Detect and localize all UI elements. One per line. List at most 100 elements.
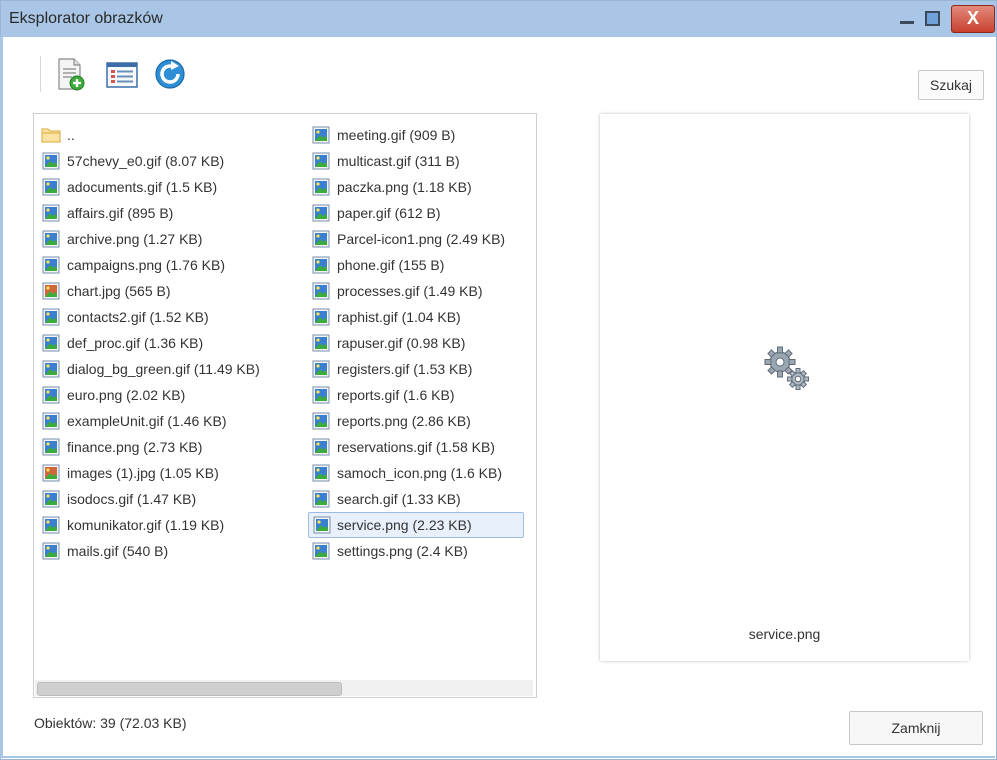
file-item[interactable]: reservations.gif (1.58 KB) xyxy=(311,434,536,460)
file-item[interactable]: images (1).jpg (1.05 KB) xyxy=(41,460,289,486)
file-item[interactable]: affairs.gif (895 B) xyxy=(41,200,289,226)
image-file-icon xyxy=(41,463,61,483)
image-file-icon xyxy=(311,307,331,327)
file-item[interactable]: mails.gif (540 B) xyxy=(41,538,289,564)
image-file-icon xyxy=(311,125,331,145)
file-item[interactable]: campaigns.png (1.76 KB) xyxy=(41,252,289,278)
file-item[interactable]: service.png (2.23 KB) xyxy=(308,512,524,538)
file-label: reports.gif (1.6 KB) xyxy=(337,387,455,403)
file-item[interactable]: dialog_bg_green.gif (11.49 KB) xyxy=(41,356,289,382)
file-item[interactable]: search.gif (1.33 KB) xyxy=(311,486,536,512)
file-label: processes.gif (1.49 KB) xyxy=(337,283,483,299)
image-file-icon xyxy=(311,411,331,431)
image-file-icon xyxy=(41,177,61,197)
new-file-button[interactable] xyxy=(52,56,88,92)
file-label: reservations.gif (1.58 KB) xyxy=(337,439,495,455)
file-item[interactable]: 57chevy_e0.gif (8.07 KB) xyxy=(41,148,289,174)
file-item[interactable]: Parcel-icon1.png (2.49 KB) xyxy=(311,226,536,252)
image-file-icon xyxy=(41,359,61,379)
file-label: rapuser.gif (0.98 KB) xyxy=(337,335,466,351)
file-item[interactable]: meeting.gif (909 B) xyxy=(311,122,536,148)
image-file-icon xyxy=(311,463,331,483)
refresh-icon xyxy=(155,59,185,89)
image-file-icon xyxy=(311,151,331,171)
file-label: 57chevy_e0.gif (8.07 KB) xyxy=(67,153,225,169)
maximize-button[interactable] xyxy=(921,7,943,29)
file-item[interactable]: euro.png (2.02 KB) xyxy=(41,382,289,408)
file-item[interactable]: archive.png (1.27 KB) xyxy=(41,226,289,252)
file-label: images (1).jpg (1.05 KB) xyxy=(67,465,219,481)
image-file-icon xyxy=(41,385,61,405)
file-label: campaigns.png (1.76 KB) xyxy=(67,257,225,273)
file-item[interactable]: chart.jpg (565 B) xyxy=(41,278,289,304)
image-file-icon xyxy=(312,515,332,535)
file-item[interactable]: exampleUnit.gif (1.46 KB) xyxy=(41,408,289,434)
image-file-icon xyxy=(41,333,61,353)
image-file-icon xyxy=(311,437,331,457)
file-label: isodocs.gif (1.47 KB) xyxy=(67,491,197,507)
title-bar[interactable]: Eksplorator obrazków X xyxy=(1,1,996,37)
file-label: raphist.gif (1.04 KB) xyxy=(337,309,461,325)
image-file-icon xyxy=(311,177,331,197)
window-border-bottom xyxy=(0,756,995,758)
file-label: Parcel-icon1.png (2.49 KB) xyxy=(337,231,506,247)
gears-icon xyxy=(764,346,809,390)
folder-icon xyxy=(41,125,61,145)
file-column-2: meeting.gif (909 B) multicast.gif (311 B)… xyxy=(308,122,536,564)
file-item[interactable]: contacts2.gif (1.52 KB) xyxy=(41,304,289,330)
file-item[interactable]: rapuser.gif (0.98 KB) xyxy=(311,330,536,356)
file-item[interactable]: reports.gif (1.6 KB) xyxy=(311,382,536,408)
file-item[interactable]: isodocs.gif (1.47 KB) xyxy=(41,486,289,512)
file-item[interactable]: raphist.gif (1.04 KB) xyxy=(311,304,536,330)
close-button[interactable]: Zamknij xyxy=(849,711,983,745)
preview-filename: service.png xyxy=(748,626,821,642)
image-file-icon xyxy=(311,385,331,405)
image-file-icon xyxy=(311,229,331,249)
file-label: finance.png (2.73 KB) xyxy=(67,439,203,455)
new-file-icon xyxy=(58,58,85,91)
file-label: adocuments.gif (1.5 KB) xyxy=(67,179,218,195)
file-item[interactable]: reports.png (2.86 KB) xyxy=(311,408,536,434)
file-label: euro.png (2.02 KB) xyxy=(67,387,186,403)
file-label: paper.gif (612 B) xyxy=(337,205,441,221)
file-label: komunikator.gif (1.19 KB) xyxy=(67,517,225,533)
window-border-left xyxy=(0,36,3,758)
file-item[interactable]: def_proc.gif (1.36 KB) xyxy=(41,330,289,356)
file-column-1: .. 57chevy_e0.gif (8.07 KB) adocuments.gif… xyxy=(41,122,289,564)
file-item[interactable]: samoch_icon.png (1.6 KB) xyxy=(311,460,536,486)
horizontal-scrollbar[interactable] xyxy=(35,680,533,696)
refresh-button[interactable] xyxy=(152,56,188,92)
file-item[interactable]: komunikator.gif (1.19 KB) xyxy=(41,512,289,538)
status-summary: Obiektów: 39 (72.03 KB) xyxy=(34,715,187,731)
close-window-button[interactable]: X xyxy=(951,5,995,33)
image-file-icon xyxy=(41,203,61,223)
image-file-icon xyxy=(41,411,61,431)
file-item[interactable]: settings.png (2.4 KB) xyxy=(311,538,536,564)
file-label: phone.gif (155 B) xyxy=(337,257,445,273)
parent-folder-item[interactable]: .. xyxy=(41,122,289,148)
image-file-icon xyxy=(311,489,331,509)
scrollbar-thumb[interactable] xyxy=(37,682,342,696)
image-file-icon xyxy=(311,541,331,561)
file-list-panel[interactable]: .. 57chevy_e0.gif (8.07 KB) adocuments.gif… xyxy=(33,113,537,698)
image-file-icon xyxy=(41,307,61,327)
list-view-button[interactable] xyxy=(104,56,140,92)
file-label: samoch_icon.png (1.6 KB) xyxy=(337,465,502,481)
search-button[interactable]: Szukaj xyxy=(918,70,984,100)
file-item[interactable]: paper.gif (612 B) xyxy=(311,200,536,226)
preview-panel: service.png xyxy=(600,114,969,661)
file-item[interactable]: multicast.gif (311 B) xyxy=(311,148,536,174)
file-label: mails.gif (540 B) xyxy=(67,543,169,559)
minimize-button[interactable] xyxy=(896,7,918,29)
file-item[interactable]: paczka.png (1.18 KB) xyxy=(311,174,536,200)
file-item[interactable]: processes.gif (1.49 KB) xyxy=(311,278,536,304)
file-label: service.png (2.23 KB) xyxy=(337,517,472,533)
file-item[interactable]: adocuments.gif (1.5 KB) xyxy=(41,174,289,200)
image-file-icon xyxy=(41,255,61,275)
file-item[interactable]: finance.png (2.73 KB) xyxy=(41,434,289,460)
image-file-icon xyxy=(41,541,61,561)
toolbar-separator xyxy=(40,56,41,92)
file-item[interactable]: registers.gif (1.53 KB) xyxy=(311,356,536,382)
file-item[interactable]: phone.gif (155 B) xyxy=(311,252,536,278)
image-file-icon xyxy=(311,203,331,223)
